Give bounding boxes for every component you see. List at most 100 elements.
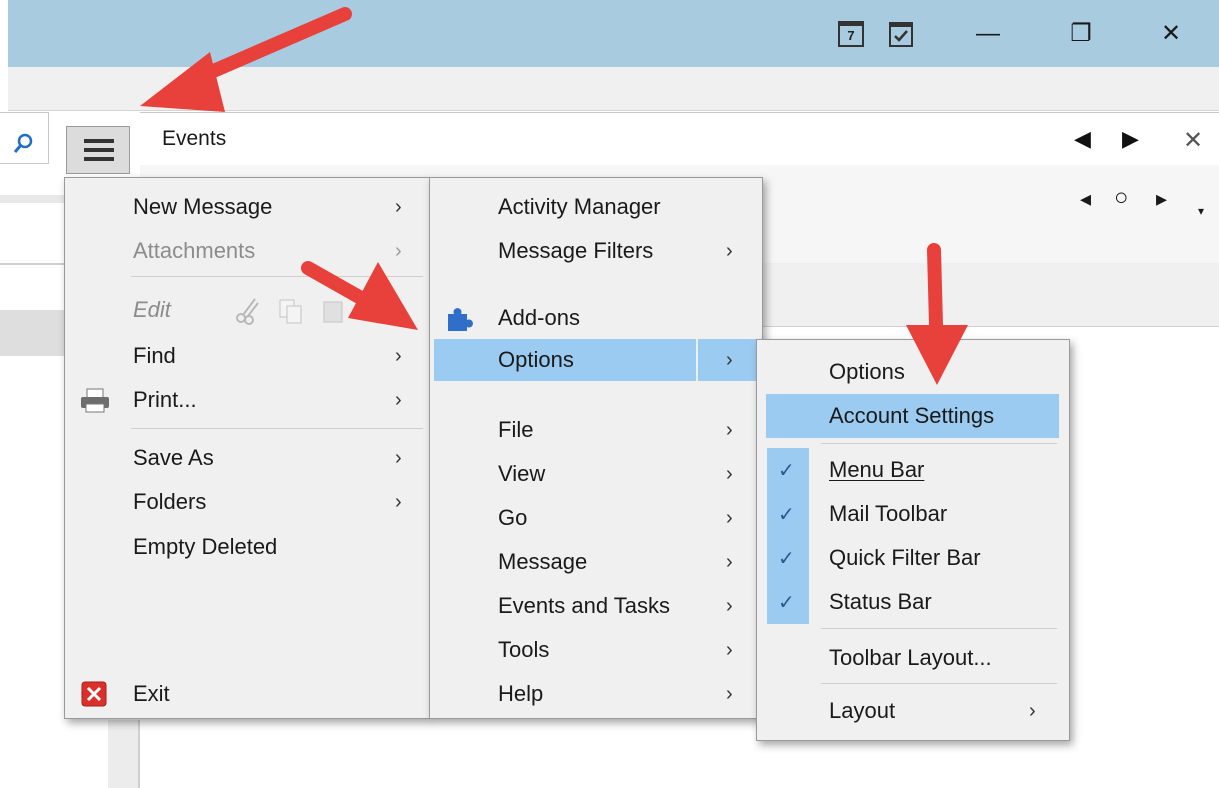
menu-item-label: View [498, 461, 546, 486]
menu-item-label: Folders [133, 489, 207, 514]
menu-item-save-as[interactable]: Save As › [65, 437, 429, 479]
menu-item-layout[interactable]: Layout › [757, 690, 1069, 732]
menu-item-message-filters[interactable]: Message Filters › [430, 230, 762, 272]
menu-item-help[interactable]: Help › [430, 673, 762, 715]
menu-item-label: Toolbar Layout... [829, 645, 992, 670]
menu-item-label: Options [829, 359, 905, 384]
menu-item-label: New Message [133, 194, 273, 219]
tasks-icon[interactable] [886, 0, 916, 67]
chevron-right-icon: › [726, 239, 733, 262]
events-pane-header [140, 112, 1219, 166]
chevron-right-icon: › [726, 594, 733, 617]
events-pane-title: Events [162, 127, 227, 150]
menu-item-activity-manager[interactable]: Activity Manager [430, 186, 762, 228]
app-main-menu: New Message › Attachments › Edit › Find … [64, 177, 430, 719]
menu-item-label: Save As [133, 445, 214, 470]
task-checkbox-icon [889, 21, 913, 47]
menu-item-label: Find [133, 343, 176, 368]
close-window-button[interactable]: ✕ [1138, 0, 1204, 67]
chevron-right-icon: › [395, 490, 402, 513]
chevron-right-icon: › [395, 446, 402, 469]
menu-item-label: Exit [133, 681, 170, 706]
menu-item-account-settings[interactable]: Account Settings [766, 394, 1059, 438]
restore-button[interactable]: ❐ [1048, 0, 1114, 67]
menu-item-label: Edit [133, 297, 171, 322]
menu-item-options-dialog[interactable]: Options [757, 351, 1069, 393]
menu-item-go[interactable]: Go › [430, 497, 762, 539]
copy-icon[interactable] [277, 297, 305, 325]
menu-item-label: Activity Manager [498, 194, 661, 219]
hamburger-icon-line [84, 148, 114, 152]
menu-item-mail-toolbar[interactable]: ✓ Mail Toolbar [757, 493, 1069, 535]
menu-item-new-message[interactable]: New Message › [65, 186, 429, 228]
menu-item-label: Options [498, 347, 574, 372]
menu-item-menu-bar[interactable]: ✓ Menu Bar [757, 449, 1069, 491]
chevron-right-icon: › [726, 638, 733, 661]
menu-item-tools[interactable]: Tools › [430, 629, 762, 671]
checkmark-icon: ✓ [778, 591, 795, 614]
submenu-divider [696, 339, 698, 381]
minimize-button[interactable]: — [955, 0, 1021, 67]
menu-toolbar-band [8, 67, 1219, 111]
calendar-day-number: 7 [838, 20, 864, 47]
checkmark-icon: ✓ [778, 503, 795, 526]
menu-item-status-bar[interactable]: ✓ Status Bar [757, 581, 1069, 623]
events-close-button[interactable]: ✕ [1183, 126, 1203, 155]
menu-item-find[interactable]: Find › [65, 335, 429, 377]
menu-item-label: Mail Toolbar [829, 501, 948, 526]
menu-item-options[interactable]: Options › [434, 339, 756, 381]
events-next-button[interactable]: ▶ [1122, 126, 1139, 152]
app-menu-button[interactable] [66, 126, 130, 174]
menu-item-toolbar-layout[interactable]: Toolbar Layout... [757, 637, 1069, 679]
pane-splitter[interactable] [108, 720, 138, 788]
menu-item-events-and-tasks[interactable]: Events and Tasks › [430, 585, 762, 627]
chevron-right-icon: › [395, 388, 402, 411]
cut-icon[interactable] [233, 295, 263, 325]
mini-more-button[interactable]: ▾ [1198, 204, 1204, 218]
close-icon: ✕ [1160, 20, 1182, 47]
mini-today-button[interactable]: ○ [1114, 184, 1129, 212]
folder-pane-selected-row[interactable] [0, 310, 66, 356]
calendar-icon[interactable]: 7 [836, 0, 866, 67]
menu-item-file[interactable]: File › [430, 409, 762, 451]
menu-item-print[interactable]: Print... › [65, 379, 429, 421]
menu-item-quick-filter-bar[interactable]: ✓ Quick Filter Bar [757, 537, 1069, 579]
menu-item-exit[interactable]: Exit [65, 673, 429, 715]
checkmark-icon: ✓ [778, 547, 795, 570]
chevron-right-icon: › [395, 239, 402, 262]
search-icon[interactable] [12, 133, 34, 155]
menu-separator [821, 628, 1057, 629]
exit-icon [81, 681, 107, 707]
menu-item-label: Attachments [133, 238, 256, 263]
events-previous-button[interactable]: ◀ [1074, 126, 1091, 152]
menu-separator [131, 276, 423, 277]
chevron-right-icon: › [726, 462, 733, 485]
chevron-right-icon: › [726, 550, 733, 573]
menu-item-label: Menu Bar [829, 457, 925, 482]
menu-item-view[interactable]: View › [430, 453, 762, 495]
hamburger-icon [84, 139, 114, 143]
menu-item-label: Tools [498, 637, 550, 662]
menu-item-label: Quick Filter Bar [829, 545, 981, 570]
menu-item-label: Go [498, 505, 528, 530]
menu-item-label: Events and Tasks [498, 593, 671, 618]
checkmark-icon: ✓ [778, 459, 795, 482]
mini-next-button[interactable]: ▸ [1156, 186, 1167, 212]
menu-item-empty-deleted[interactable]: Empty Deleted [65, 526, 429, 568]
chevron-right-icon: › [1029, 699, 1036, 722]
puzzle-piece-icon [448, 308, 473, 331]
paste-icon[interactable] [321, 297, 345, 325]
menu-item-folders[interactable]: Folders › [65, 481, 429, 523]
menu-item-label: Print... [133, 387, 197, 412]
chevron-right-icon: › [395, 344, 402, 367]
printer-icon [81, 388, 109, 413]
menu-item-edit: Edit › [65, 289, 429, 331]
menu-item-label: Layout [829, 698, 896, 723]
chevron-right-icon: › [726, 506, 733, 529]
menu-item-message[interactable]: Message › [430, 541, 762, 583]
app-sub-menu: Activity Manager Message Filters › Add-o… [429, 177, 763, 719]
mini-prev-button[interactable]: ◂ [1080, 186, 1091, 212]
pane-divider [138, 720, 140, 788]
folder-pane-divider [0, 263, 66, 265]
menu-item-add-ons[interactable]: Add-ons [430, 297, 762, 339]
